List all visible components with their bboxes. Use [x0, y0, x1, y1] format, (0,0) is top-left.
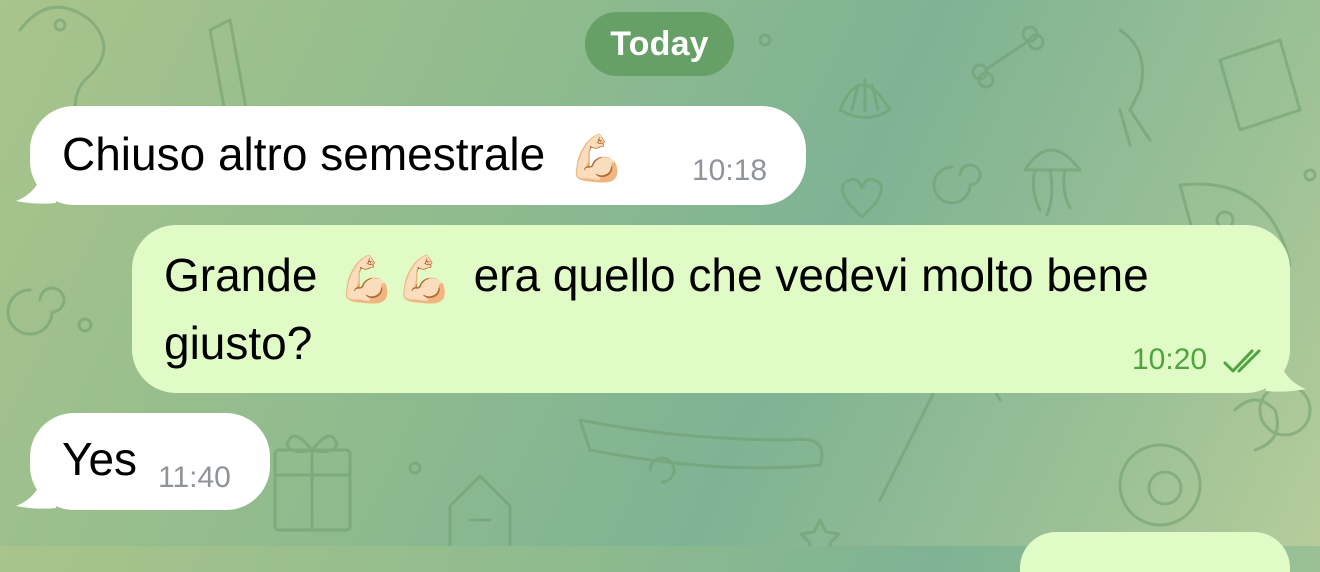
message-time: 11:40: [158, 461, 231, 494]
message-text: Yes: [62, 433, 138, 485]
message-time: 10:20: [1132, 343, 1208, 376]
message-text-before: Grande: [164, 249, 318, 301]
message-bubble-outgoing-partial[interactable]: [1020, 532, 1290, 572]
bubble-tail: [16, 165, 56, 204]
bubble-tail: [1266, 353, 1306, 392]
message-bubble-incoming[interactable]: Yes 11:40: [30, 413, 270, 510]
message-bubble-outgoing[interactable]: Grande 💪🏻💪🏻 era quello che vedevi molto …: [132, 225, 1290, 393]
bubble-tail: [16, 470, 56, 509]
message-bubble-incoming[interactable]: Chiuso altro semestrale 💪🏻 10:18: [30, 106, 806, 205]
message-text-body: Chiuso altro semestrale: [62, 128, 546, 180]
double-check-icon: [1223, 349, 1261, 373]
date-separator: Today: [585, 12, 734, 76]
message-text: Chiuso altro semestrale 💪🏻: [62, 122, 625, 190]
flexed-biceps-emoji: 💪🏻💪🏻: [338, 252, 453, 305]
message-text-line-2: giusto?: [164, 317, 313, 369]
message-time: 10:18: [692, 154, 768, 187]
flexed-biceps-emoji: 💪🏻: [567, 131, 626, 184]
message-text-after: era quello che vedevi molto bene: [473, 249, 1149, 301]
message-text-line-1: Grande 💪🏻💪🏻 era quello che vedevi molto …: [164, 243, 1149, 311]
